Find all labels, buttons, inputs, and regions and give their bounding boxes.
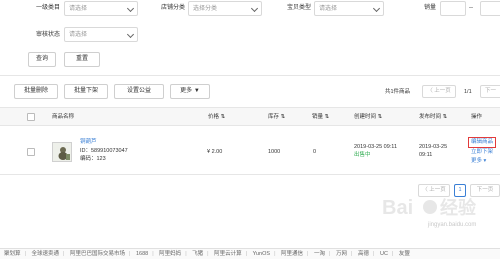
product-sales: 0 — [313, 149, 317, 155]
top-next-page-button[interactable]: 下一 — [480, 85, 500, 98]
select-all-checkbox[interactable] — [27, 113, 35, 121]
store-category-placeholder: 选择分类 — [193, 6, 218, 12]
footer-link[interactable]: 全球速卖通 — [29, 251, 61, 257]
footer-link[interactable]: 高德 — [356, 251, 371, 257]
offline-now-link[interactable]: 立即下架 — [471, 148, 493, 156]
footer-link[interactable]: 阿里妈妈 — [157, 251, 183, 257]
product-title-link[interactable]: 铜葫芦 — [80, 138, 97, 146]
store-category-select[interactable]: 选择分类 — [188, 1, 262, 16]
row-checkbox[interactable] — [27, 148, 35, 156]
footer-link[interactable]: 1688 — [134, 251, 150, 257]
product-image — [53, 143, 71, 161]
column-header-sales[interactable]: 销量 ⇅ — [312, 113, 329, 121]
column-header-ops: 操作 — [471, 114, 483, 120]
top-page-info: 1/1 — [464, 89, 472, 95]
product-stock: 1000 — [268, 149, 281, 155]
column-header-created[interactable]: 创建时间 ⇅ — [354, 113, 382, 121]
batch-delete-button[interactable]: 批量删除 — [14, 84, 58, 99]
table-header-border — [0, 125, 500, 126]
search-button[interactable]: 查询 — [28, 52, 56, 67]
site-footer: 聚划算 | 全球速卖通 | 阿里巴巴国际交易市场 | 1688 | 阿里妈妈 | 飞猪 | … — [0, 248, 500, 259]
product-price: ¥ 2.00 — [207, 149, 223, 155]
footer-link[interactable]: 阿里通信 — [279, 251, 305, 257]
category1-placeholder: 请选择 — [69, 6, 88, 12]
audit-status-label: 审核状态 — [36, 32, 61, 38]
svg-text:Bai: Bai — [382, 197, 413, 219]
batch-offline-button[interactable]: 批量下架 — [64, 84, 108, 99]
created-time: 2019-03-25 09:11 — [354, 144, 398, 150]
footer-link[interactable]: 阿里巴巴国际交易市场 — [68, 251, 127, 257]
sales-label: 销量 — [424, 5, 437, 11]
sales-max-input[interactable] — [480, 1, 500, 16]
product-thumbnail[interactable] — [52, 142, 72, 162]
item-type-label: 宝贝类型 — [287, 5, 312, 11]
caret-down-icon: ▼ — [193, 88, 200, 94]
chevron-down-icon — [126, 30, 135, 39]
edit-product-link[interactable]: 编辑商品 — [471, 138, 493, 146]
footer-link[interactable]: 万网 — [334, 251, 349, 257]
divider — [0, 75, 500, 76]
audit-status-select[interactable]: 请选择 — [64, 27, 138, 42]
row-more-link[interactable]: 更多 ▾ — [471, 157, 486, 165]
table-bottom-border — [0, 174, 500, 175]
footer-link[interactable]: 阿里云计算 — [212, 251, 244, 257]
category1-select[interactable]: 请选择 — [64, 1, 138, 16]
chevron-down-icon — [372, 4, 381, 13]
footer-link[interactable]: 友盟 — [397, 251, 412, 257]
published-time: 09:11 — [419, 152, 433, 158]
column-header-name: 商品名称 — [52, 114, 75, 120]
sales-range-separator: -- — [469, 5, 473, 11]
category1-label: 一级类目 — [36, 5, 61, 11]
footer-link[interactable]: YunOS — [251, 251, 272, 257]
watermark-url: jingyan.baidu.com — [428, 222, 477, 228]
product-id: ID：589910073047 — [80, 148, 128, 154]
column-header-stock[interactable]: 库存 ⇅ — [268, 113, 285, 121]
status-label: 出售中 — [354, 152, 371, 158]
published-date: 2019-03-25 — [419, 144, 448, 150]
store-category-label: 店铺分类 — [161, 5, 186, 11]
product-code: 编码：123 — [80, 156, 106, 162]
footer-link[interactable]: 一淘 — [312, 251, 327, 257]
top-prev-page-button[interactable]: 〈 上一页 — [422, 85, 456, 98]
chevron-down-icon — [250, 4, 259, 13]
sales-min-input[interactable] — [440, 1, 466, 16]
footer-link[interactable]: 聚划算 — [0, 251, 23, 257]
set-notice-button[interactable]: 设置公益 — [114, 84, 164, 99]
product-management-page: 一级类目 请选择 店铺分类 选择分类 宝贝类型 请选择 销量 -- 审核状态 请… — [0, 0, 500, 259]
column-header-published[interactable]: 发布时间 ⇅ — [419, 113, 447, 121]
chevron-down-icon — [126, 4, 135, 13]
item-type-placeholder: 请选择 — [319, 6, 338, 12]
more-actions-button[interactable]: 更多 ▼ — [170, 84, 210, 99]
total-count: 共1件商品 — [385, 89, 411, 95]
svg-text:经验: 经验 — [440, 197, 477, 218]
footer-link[interactable]: 飞猪 — [190, 251, 205, 257]
column-header-price[interactable]: 价格 ⇅ — [208, 113, 225, 121]
reset-button[interactable]: 重置 — [64, 52, 100, 67]
item-type-select[interactable]: 请选择 — [314, 1, 384, 16]
audit-status-placeholder: 请选择 — [69, 32, 88, 38]
footer-link[interactable]: UC — [378, 251, 390, 257]
more-actions-label: 更多 — [180, 88, 193, 94]
